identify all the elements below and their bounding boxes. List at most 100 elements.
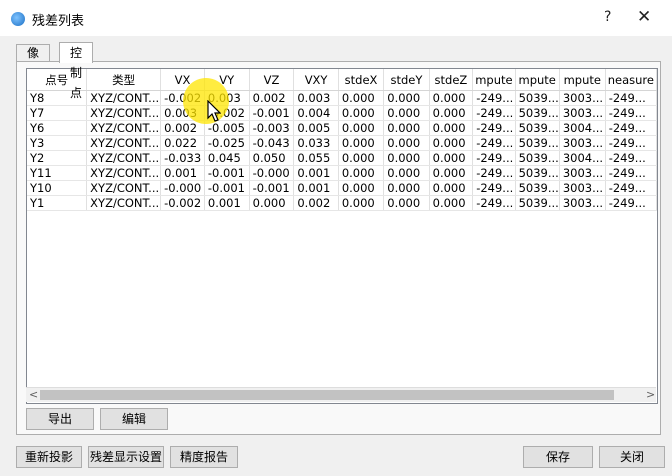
table-cell[interactable]: XYZ/CONT... xyxy=(86,120,162,136)
table-cell[interactable]: 0.001 xyxy=(293,180,339,196)
table-cell[interactable]: -0.001 xyxy=(249,105,295,121)
table-cell[interactable]: 3004... xyxy=(559,150,606,166)
tab-control-points[interactable]: 控制点 xyxy=(59,42,94,100)
table-cell[interactable]: 0.000 xyxy=(383,120,430,136)
table-cell[interactable]: -0.002 xyxy=(160,195,205,211)
table-cell[interactable]: 5039... xyxy=(515,135,560,151)
close-button[interactable]: 关闭 xyxy=(599,446,665,468)
table-cell[interactable]: 0.000 xyxy=(249,195,295,211)
table-cell[interactable]: -249... xyxy=(472,120,516,136)
table-cell[interactable]: -0.003 xyxy=(249,120,295,136)
table-row[interactable]: Y10 XYZ/CONT... -0.000 -0.001 -0.001 0.001 0.0… xyxy=(27,180,657,196)
scrollbar-thumb[interactable] xyxy=(40,390,614,400)
table-cell[interactable]: 0.000 xyxy=(429,165,474,181)
table-cell[interactable]: 5039... xyxy=(515,165,560,181)
table-cell[interactable]: -0.033 xyxy=(160,150,205,166)
table-cell[interactable]: -0.001 xyxy=(204,165,250,181)
residual-table[interactable]: 点号 类型 VX VY VZ VXY stdeX stdeY stdeZ mpu… xyxy=(26,68,658,404)
table-cell[interactable]: 0.000 xyxy=(429,105,474,121)
table-cell[interactable]: 0.000 xyxy=(338,165,385,181)
table-cell[interactable]: XYZ/CONT... xyxy=(86,195,162,211)
table-cell[interactable]: 0.000 xyxy=(429,120,474,136)
column-header[interactable]: mpute xyxy=(559,69,606,91)
table-cell[interactable]: 0.003 xyxy=(293,90,339,106)
table-cell[interactable]: -249... xyxy=(605,180,657,196)
table-cell[interactable]: 5039... xyxy=(515,120,560,136)
table-cell[interactable]: 3003... xyxy=(559,90,606,106)
table-cell[interactable]: -249... xyxy=(605,105,657,121)
column-header[interactable]: 类型 xyxy=(86,69,162,91)
table-cell[interactable]: -249... xyxy=(472,165,516,181)
horizontal-scrollbar[interactable]: < > xyxy=(26,387,656,402)
table-cell[interactable]: 0.000 xyxy=(338,105,385,121)
column-header[interactable]: mpute xyxy=(515,69,560,91)
table-cell[interactable]: 0.022 xyxy=(160,135,205,151)
table-row[interactable]: Y8XYZ/CONT...-0.0020.0030.0020.0030.0000… xyxy=(27,90,657,106)
table-cell[interactable]: 0.000 xyxy=(429,150,474,166)
table-cell[interactable]: -249... xyxy=(472,135,516,151)
table-cell[interactable]: -249... xyxy=(605,165,657,181)
table-row[interactable]: Y11 XYZ/CONT... 0.001 -0.001 -0.000 0.001 0.00… xyxy=(27,165,657,181)
column-header[interactable]: VXY xyxy=(293,69,339,91)
table-cell[interactable]: 3003... xyxy=(559,180,606,196)
table-row[interactable]: Y2 XYZ/CONT... -0.033 0.045 0.050 0.055 0.000 0… xyxy=(27,150,657,166)
column-header[interactable]: stdeX xyxy=(338,69,385,91)
table-cell[interactable]: 0.000 xyxy=(338,150,385,166)
table-cell[interactable]: 0.000 xyxy=(383,105,430,121)
table-cell[interactable]: 3003... xyxy=(559,195,606,211)
table-cell[interactable]: 0.055 xyxy=(293,150,339,166)
table-cell[interactable]: -249... xyxy=(472,150,516,166)
scroll-left-arrow-icon[interactable]: < xyxy=(29,388,38,402)
table-cell[interactable]: 0.000 xyxy=(383,135,430,151)
table-cell[interactable]: 3003... xyxy=(559,165,606,181)
table-cell[interactable]: 0.000 xyxy=(429,195,474,211)
table-cell[interactable]: Y2 xyxy=(27,150,88,166)
table-cell[interactable]: 0.000 xyxy=(338,135,385,151)
table-cell[interactable]: 0.002 xyxy=(293,195,339,211)
table-cell[interactable]: -249... xyxy=(472,105,516,121)
table-cell[interactable]: 0.001 xyxy=(160,165,205,181)
table-row[interactable]: Y6 XYZ/CONT... 0.002 -0.005 -0.003 0.005 0.000… xyxy=(27,120,657,136)
table-cell[interactable]: 0.000 xyxy=(429,135,474,151)
table-cell[interactable]: 0.004 xyxy=(293,105,339,121)
table-cell[interactable]: -249... xyxy=(605,90,657,106)
table-cell[interactable]: 0.005 xyxy=(293,120,339,136)
table-cell[interactable]: -249... xyxy=(605,195,657,211)
table-cell[interactable]: -0.001 xyxy=(204,180,250,196)
column-header[interactable]: mpute xyxy=(472,69,516,91)
table-cell[interactable]: XYZ/CONT... xyxy=(86,165,162,181)
save-button[interactable]: 保存 xyxy=(523,446,593,468)
scroll-right-arrow-icon[interactable]: > xyxy=(646,388,655,402)
table-cell[interactable]: XYZ/CONT... xyxy=(86,90,162,106)
residual-display-settings-button[interactable]: 残差显示设置 xyxy=(88,446,164,468)
table-cell[interactable]: 0.001 xyxy=(204,195,250,211)
column-header[interactable]: VZ xyxy=(249,69,295,91)
table-cell[interactable]: Y3 xyxy=(27,135,88,151)
table-cell[interactable]: -0.000 xyxy=(160,180,205,196)
close-window-button[interactable]: ✕ xyxy=(637,7,651,27)
table-cell[interactable]: 0.002 xyxy=(249,90,295,106)
table-cell[interactable]: -0.001 xyxy=(249,180,295,196)
export-button[interactable]: 导出 xyxy=(26,408,94,430)
table-cell[interactable]: 0.000 xyxy=(383,150,430,166)
table-cell[interactable]: 5039... xyxy=(515,195,560,211)
table-cell[interactable]: -0.000 xyxy=(249,165,295,181)
column-header[interactable]: stdeZ xyxy=(429,69,474,91)
table-cell[interactable]: XYZ/CONT... xyxy=(86,180,162,196)
table-cell[interactable]: 0.000 xyxy=(338,120,385,136)
table-cell[interactable]: Y7 xyxy=(27,105,88,121)
table-row[interactable]: Y1 XYZ/CONT... -0.002 0.001 0.000 0.002 0.000 0… xyxy=(27,195,657,211)
table-row[interactable]: Y7 XYZ/CONT... 0.003 -0.002 -0.001 0.004 0.000… xyxy=(27,105,657,121)
table-cell[interactable]: 0.000 xyxy=(338,90,385,106)
table-cell[interactable]: 0.000 xyxy=(338,195,385,211)
table-cell[interactable]: 5039... xyxy=(515,90,560,106)
table-cell[interactable]: Y10 xyxy=(27,180,88,196)
table-cell[interactable]: 3003... xyxy=(559,135,606,151)
table-cell[interactable]: 0.000 xyxy=(383,165,430,181)
table-cell[interactable]: -249... xyxy=(472,195,516,211)
reproject-button[interactable]: 重新投影 xyxy=(16,446,82,468)
table-cell[interactable]: Y11 xyxy=(27,165,88,181)
column-header[interactable]: stdeY xyxy=(383,69,430,91)
precision-report-button[interactable]: 精度报告 xyxy=(170,446,238,468)
table-cell[interactable]: 0.050 xyxy=(249,150,295,166)
